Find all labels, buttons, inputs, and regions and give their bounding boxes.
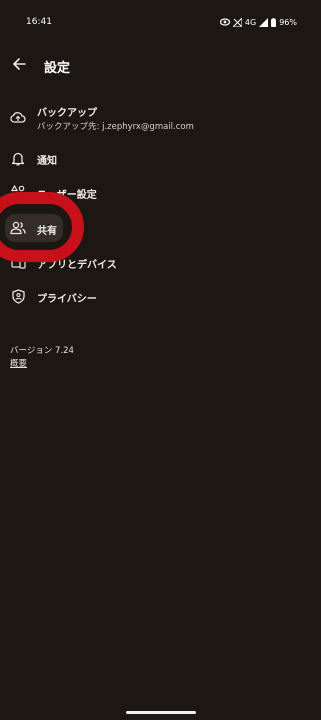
version-text: バージョン 7.24 xyxy=(10,346,74,356)
page-title: 設定 xyxy=(44,61,71,76)
menu-item-sublabel: バックアップ先: j.zephyrx@gmail.com xyxy=(37,122,194,132)
cloud-upload-icon xyxy=(9,108,27,126)
people-icon xyxy=(9,219,27,237)
menu-item-label: 通知 xyxy=(37,156,57,167)
shapes-icon xyxy=(9,183,27,201)
menu-item-label: ユーザー設定 xyxy=(37,190,97,201)
status-time: 16:41 xyxy=(26,17,52,27)
menu-item-user-settings[interactable]: ユーザー設定 xyxy=(0,180,321,204)
arrow-left-icon xyxy=(12,56,26,75)
menu-item-apps-devices[interactable]: アプリとデバイス xyxy=(0,250,321,274)
status-icons: 4G 96% xyxy=(219,17,297,27)
menu-item-label: バックアップ xyxy=(37,108,97,119)
menu-item-label: 共有 xyxy=(37,226,57,237)
menu-item-notifications[interactable]: 通知 xyxy=(0,146,321,170)
shield-icon xyxy=(9,287,27,305)
network-type: 4G xyxy=(244,17,257,27)
menu-item-privacy[interactable]: プライバシー xyxy=(0,284,321,308)
battery-icon xyxy=(271,17,277,27)
signal-icon xyxy=(259,17,269,27)
home-indicator[interactable] xyxy=(126,711,196,714)
status-bar: 16:41 4G 96% xyxy=(0,0,321,44)
menu-item-sharing[interactable]: 共有 xyxy=(0,215,321,241)
devices-icon xyxy=(9,253,27,271)
battery-level: 96% xyxy=(279,17,297,27)
menu-item-label: プライバシー xyxy=(37,294,97,305)
eye-icon xyxy=(219,18,230,26)
menu-item-backup[interactable]: バックアップ バックアップ先: j.zephyrx@gmail.com xyxy=(0,100,321,136)
menu-item-label: アプリとデバイス xyxy=(37,260,117,271)
about-link[interactable]: 概要 xyxy=(10,357,27,369)
bell-icon xyxy=(9,149,27,167)
back-button[interactable] xyxy=(8,54,30,76)
no-signal-icon xyxy=(232,17,242,27)
app-bar: 設定 xyxy=(0,50,321,82)
